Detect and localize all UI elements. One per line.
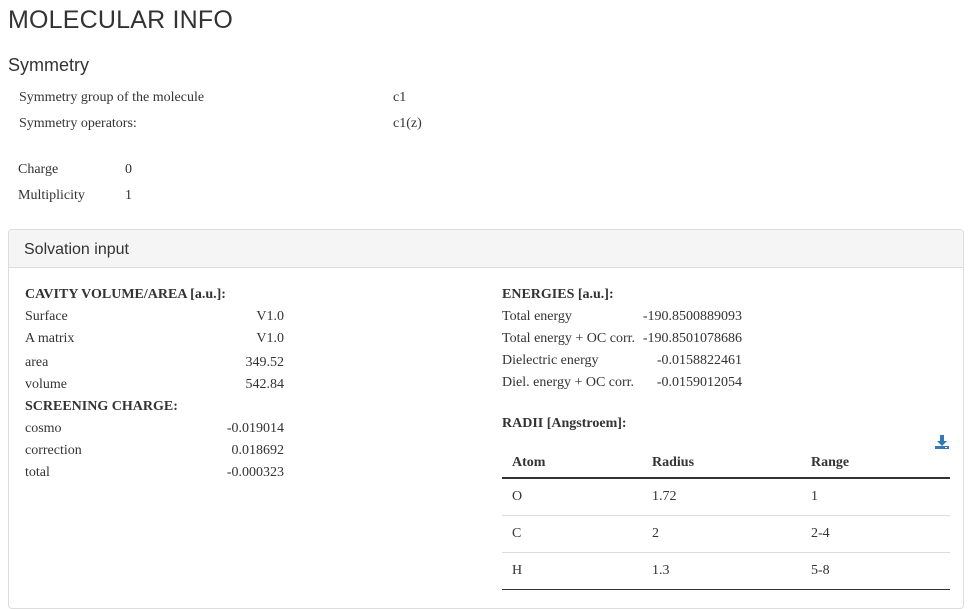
radii-table: Atom Radius Range O 1.72 1 C 2 2-4 H 1.3… <box>502 449 950 590</box>
energy-total-oc-value: -190.8501078686 <box>642 331 742 346</box>
cavity-amatrix-value: V1.0 <box>256 331 284 346</box>
energy-diel-oc-value: -0.0159012054 <box>656 375 742 390</box>
cavity-volume-value: 542.84 <box>245 377 285 392</box>
energy-total-value: -190.8500889093 <box>642 309 742 324</box>
cavity-volume-label: volume <box>25 377 67 392</box>
range-cell: 2-4 <box>801 515 950 553</box>
screening-correction-label: correction <box>25 443 82 458</box>
download-icon[interactable] <box>934 434 950 450</box>
column-header-atom: Atom <box>502 449 642 479</box>
range-cell: 1 <box>801 478 950 516</box>
atom-cell: O <box>502 478 642 516</box>
cavity-surface-label: Surface <box>25 309 68 324</box>
cavity-amatrix-label: A matrix <box>25 331 75 346</box>
screening-total-value: -0.000323 <box>226 465 284 480</box>
radius-cell: 2 <box>642 515 801 553</box>
symmetry-heading: Symmetry <box>8 55 89 75</box>
table-row: O 1.72 1 <box>502 478 950 516</box>
radii-heading: RADII [Angstroem]: <box>502 416 627 431</box>
column-header-radius: Radius <box>642 449 801 479</box>
screening-cosmo-value: -0.019014 <box>226 421 284 436</box>
symmetry-operators-value: c1(z) <box>393 116 422 131</box>
cavity-area-label: area <box>25 355 49 370</box>
multiplicity-label: Multiplicity <box>18 188 85 203</box>
symmetry-operators-label: Symmetry operators: <box>19 116 137 131</box>
screening-heading: SCREENING CHARGE: <box>25 399 178 414</box>
energy-total-label: Total energy <box>502 309 572 324</box>
symmetry-group-value: c1 <box>393 90 407 105</box>
table-row: H 1.3 5-8 <box>502 552 950 590</box>
energy-total-oc-label: Total energy + OC corr. <box>502 331 636 346</box>
table-row: C 2 2-4 <box>502 515 950 553</box>
energies-heading: ENERGIES [a.u.]: <box>502 287 614 302</box>
solvation-panel-title: Solvation input <box>9 230 963 268</box>
cavity-heading: CAVITY VOLUME/AREA [a.u.]: <box>25 287 226 302</box>
charge-value: 0 <box>125 162 132 177</box>
multiplicity-value: 1 <box>125 188 132 203</box>
radius-cell: 1.72 <box>642 478 801 516</box>
solvation-panel: Solvation input CAVITY VOLUME/AREA [a.u.… <box>8 229 964 609</box>
charge-label: Charge <box>18 162 59 177</box>
screening-total-label: total <box>25 465 50 480</box>
atom-cell: H <box>502 552 642 590</box>
radius-cell: 1.3 <box>642 552 801 590</box>
screening-correction-value: 0.018692 <box>231 443 285 458</box>
column-header-range: Range <box>801 449 950 479</box>
page-title: MOLECULAR INFO <box>8 6 234 34</box>
range-cell: 5-8 <box>801 552 950 590</box>
screening-cosmo-label: cosmo <box>25 421 62 436</box>
symmetry-group-label: Symmetry group of the molecule <box>19 90 205 105</box>
cavity-area-value: 349.52 <box>245 355 285 370</box>
cavity-surface-value: V1.0 <box>256 309 284 324</box>
energy-diel-oc-label: Diel. energy + OC corr. <box>502 375 635 390</box>
atom-cell: C <box>502 515 642 553</box>
radii-table-header: Atom Radius Range <box>502 449 950 479</box>
energy-dielectric-label: Dielectric energy <box>502 353 599 368</box>
energy-dielectric-value: -0.0158822461 <box>656 353 742 368</box>
